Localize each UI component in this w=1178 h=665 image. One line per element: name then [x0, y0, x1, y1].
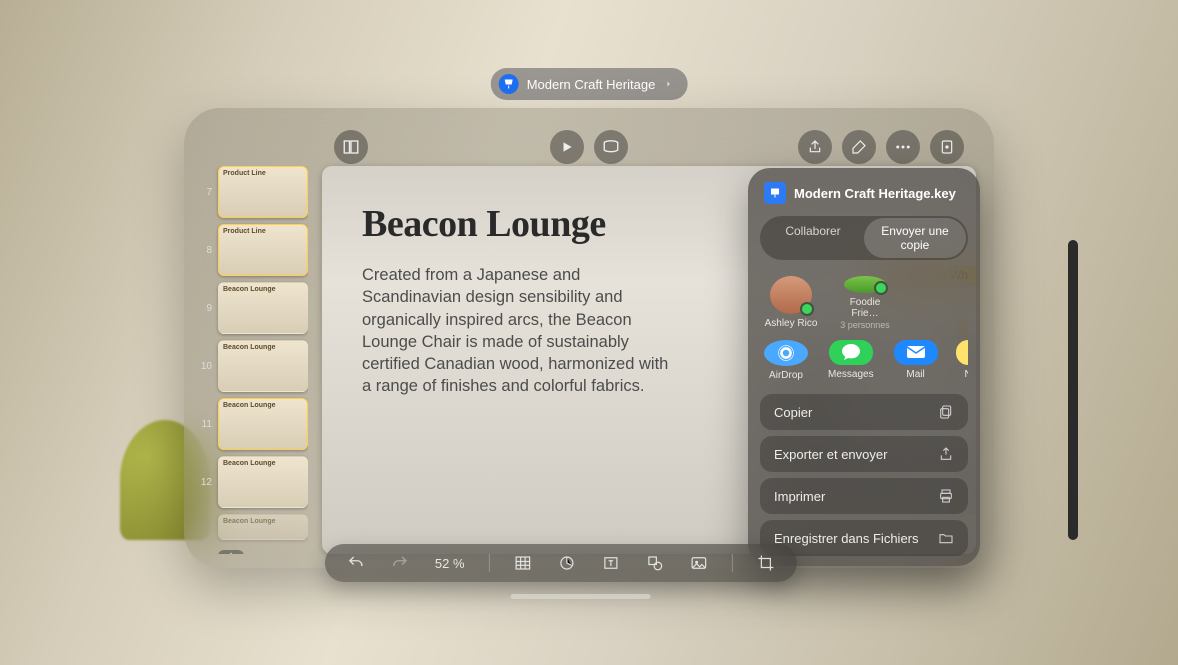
- home-indicator[interactable]: [511, 594, 651, 599]
- top-toolbar: [184, 130, 994, 164]
- keynote-app-icon: [499, 74, 519, 94]
- slide-thumbnail[interactable]: 7 Product Line: [198, 166, 308, 218]
- copy-icon: [938, 404, 954, 420]
- share-sheet: Modern Craft Heritage.key Collaborer Env…: [748, 168, 980, 566]
- insert-media-button[interactable]: [688, 552, 710, 574]
- export-icon: [938, 446, 954, 462]
- document-title-pill[interactable]: Modern Craft Heritage: [491, 68, 688, 100]
- zoom-level[interactable]: 52 %: [433, 556, 467, 571]
- share-mode-segmented[interactable]: Collaborer Envoyer une copie: [760, 216, 968, 260]
- messages-icon: [829, 340, 873, 365]
- segment-send-copy[interactable]: Envoyer une copie: [864, 218, 966, 258]
- undo-button[interactable]: [345, 552, 367, 574]
- slide-thumbnail[interactable]: 8 Product Line: [198, 224, 308, 276]
- slide-number: 10: [198, 361, 212, 372]
- slide-number: 7: [198, 187, 212, 198]
- share-app-airdrop[interactable]: AirDrop: [764, 340, 808, 380]
- action-print[interactable]: Imprimer: [760, 478, 968, 514]
- insert-shape-button[interactable]: [644, 552, 666, 574]
- document-settings-button[interactable]: [930, 130, 964, 164]
- share-app-notes[interactable]: Notes: [958, 340, 968, 380]
- app-label: AirDrop: [769, 370, 803, 381]
- chevron-right-icon: [663, 79, 673, 89]
- share-filename: Modern Craft Heritage.key: [794, 186, 956, 201]
- insert-chart-button[interactable]: [556, 552, 578, 574]
- print-icon: [938, 488, 954, 504]
- action-label: Imprimer: [774, 489, 825, 504]
- share-people-row: Ashley Rico Foodie Frie… 3 personnes: [760, 274, 968, 338]
- add-slide-button[interactable]: [218, 550, 244, 554]
- redo-button[interactable]: [389, 552, 411, 574]
- share-button[interactable]: [798, 130, 832, 164]
- action-export-send[interactable]: Exporter et envoyer: [760, 436, 968, 472]
- share-apps-row: AirDrop Messages Mail Notes: [760, 338, 968, 388]
- action-label: Exporter et envoyer: [774, 447, 887, 462]
- person-sub: 3 personnes: [840, 320, 890, 330]
- slide-thumbnail[interactable]: 11 Beacon Lounge: [198, 398, 308, 450]
- action-label: Enregistrer dans Fichiers: [774, 531, 919, 546]
- segment-collaborate[interactable]: Collaborer: [762, 218, 864, 258]
- app-label: Notes: [965, 369, 968, 380]
- bottom-toolbar: 52 %: [325, 544, 797, 582]
- slide-thumbnail[interactable]: 12 Beacon Lounge: [198, 456, 308, 508]
- person-name: Ashley Rico: [765, 318, 818, 330]
- slide-number: 8: [198, 245, 212, 256]
- slide-number: 12: [198, 477, 212, 488]
- share-person[interactable]: Foodie Frie… 3 personnes: [838, 276, 892, 330]
- share-app-mail[interactable]: Mail: [894, 340, 938, 380]
- format-brush-button[interactable]: [842, 130, 876, 164]
- app-label: Mail: [906, 369, 924, 380]
- avatar: [844, 276, 886, 293]
- slide-number: 11: [198, 419, 212, 430]
- keynote-file-icon: [764, 182, 786, 204]
- insert-table-button[interactable]: [512, 552, 534, 574]
- slide-number: 9: [198, 303, 212, 314]
- slide-thumbnail[interactable]: 9 Beacon Lounge: [198, 282, 308, 334]
- crop-button[interactable]: [755, 552, 777, 574]
- slide-body-text[interactable]: Created from a Japanese and Scandinavian…: [362, 264, 682, 398]
- insert-text-button[interactable]: [600, 552, 622, 574]
- avatar: [770, 276, 812, 314]
- folder-icon: [938, 530, 954, 546]
- airdrop-icon: [764, 340, 808, 366]
- person-name: Foodie Frie…: [838, 297, 892, 320]
- slide-thumbnail[interactable]: 10 Beacon Lounge: [198, 340, 308, 392]
- notes-icon: [956, 340, 968, 365]
- separator: [489, 554, 490, 572]
- mail-icon: [894, 340, 938, 365]
- presenter-display-button[interactable]: [594, 130, 628, 164]
- share-app-messages[interactable]: Messages: [828, 340, 874, 380]
- view-mode-button[interactable]: [334, 130, 368, 164]
- document-title: Modern Craft Heritage: [527, 77, 656, 92]
- app-label: Messages: [828, 369, 874, 380]
- share-sheet-header: Modern Craft Heritage.key: [760, 182, 968, 204]
- action-copy[interactable]: Copier: [760, 394, 968, 430]
- slide-thumbnail[interactable]: Beacon Lounge: [198, 514, 308, 540]
- slide-navigator[interactable]: 7 Product Line 8 Product Line 9 Beacon L…: [198, 166, 308, 554]
- share-person[interactable]: Ashley Rico: [764, 276, 818, 330]
- share-actions: Copier Exporter et envoyer Imprimer Enre…: [760, 394, 968, 556]
- action-label: Copier: [774, 405, 812, 420]
- more-button[interactable]: [886, 130, 920, 164]
- play-button[interactable]: [550, 130, 584, 164]
- separator: [732, 554, 733, 572]
